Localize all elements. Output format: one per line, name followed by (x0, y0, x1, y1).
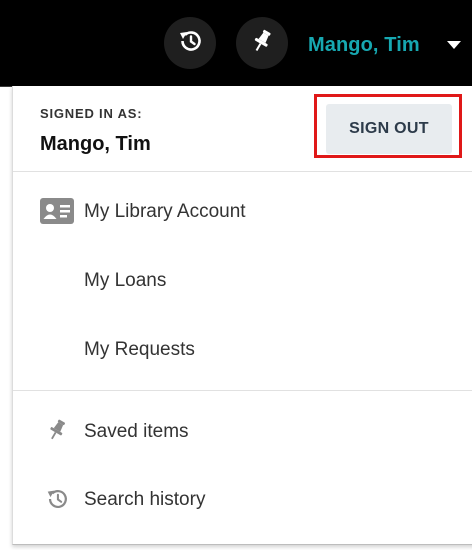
menu-item-label: My Library Account (84, 201, 246, 222)
menu-item-label: Search history (84, 489, 206, 510)
user-menu-toggle[interactable]: Mango, Tim (308, 34, 420, 57)
history-icon (176, 27, 204, 60)
saved-items-button[interactable] (236, 17, 288, 69)
sign-out-button[interactable]: SIGN OUT (326, 104, 452, 154)
menu-item-label: My Loans (84, 270, 167, 291)
signed-in-label: SIGNED IN AS: (40, 106, 143, 121)
signed-in-name: Mango, Tim (40, 133, 151, 155)
search-history-button[interactable] (164, 17, 216, 69)
menu-divider (13, 171, 472, 172)
id-card-icon (40, 198, 74, 224)
top-navigation-bar: Mango, Tim (0, 0, 472, 87)
menu-item-label: My Requests (84, 339, 195, 360)
menu-divider (13, 390, 472, 391)
pushpin-icon (44, 416, 70, 444)
pushpin-icon (248, 27, 276, 60)
caret-down-icon[interactable] (447, 41, 461, 49)
history-icon (44, 486, 70, 512)
menu-item-label: Saved items (84, 421, 189, 442)
